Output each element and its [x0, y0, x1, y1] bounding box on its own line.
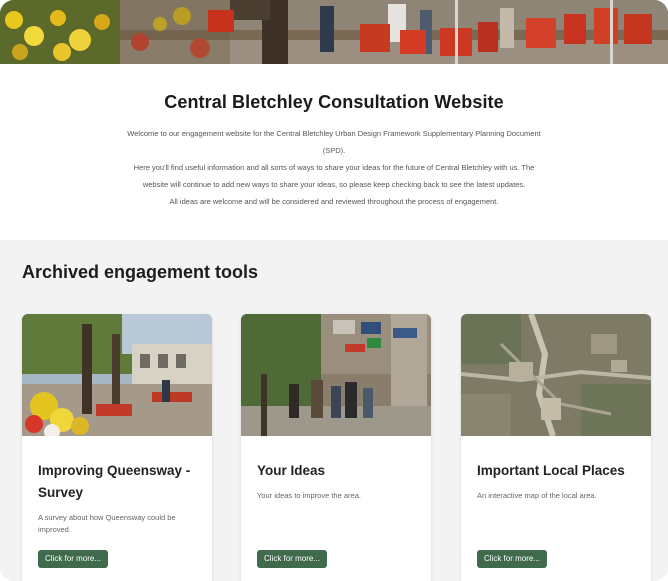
- click-for-more-button[interactable]: Click for more...: [257, 550, 328, 568]
- card-image-aerial-map: [461, 314, 651, 436]
- card-image-queensway-street: [22, 314, 212, 436]
- card-description: Your ideas to improve the area.: [257, 491, 361, 500]
- archived-tools-section: Archived engagement tools Improving Quee…: [0, 240, 668, 581]
- card-improving-queensway[interactable]: Improving Queensway - Survey A survey ab…: [22, 314, 212, 581]
- intro-line: Welcome to our engagement website for th…: [127, 129, 541, 138]
- click-for-more-button[interactable]: Click for more...: [38, 550, 109, 568]
- page: Central Bletchley Consultation Website W…: [0, 0, 668, 581]
- card-title: Improving Queensway - Survey: [38, 463, 191, 500]
- intro-text: Welcome to our engagement website for th…: [0, 125, 668, 210]
- card-description: A survey about how Queensway could be im…: [38, 513, 176, 534]
- card-important-local-places[interactable]: Important Local Places An interactive ma…: [461, 314, 651, 581]
- click-for-more-button[interactable]: Click for more...: [477, 550, 548, 568]
- intro-line: All ideas are welcome and will be consid…: [169, 197, 499, 206]
- intro-section: Central Bletchley Consultation Website W…: [0, 64, 668, 240]
- card-your-ideas[interactable]: Your Ideas Your ideas to improve the are…: [241, 314, 431, 581]
- page-title: Central Bletchley Consultation Website: [164, 92, 504, 112]
- card-title: Important Local Places: [477, 463, 625, 478]
- section-heading: Archived engagement tools: [22, 262, 259, 282]
- hero-banner-image: [0, 0, 668, 64]
- intro-line: (SPD).: [322, 146, 346, 155]
- card-description: An interactive map of the local area.: [477, 491, 597, 500]
- card-image-shopping-street: [241, 314, 431, 436]
- intro-line: website will continue to add new ways to…: [142, 180, 526, 189]
- intro-line: Here you'll find useful information and …: [133, 163, 535, 172]
- card-title: Your Ideas: [257, 463, 326, 478]
